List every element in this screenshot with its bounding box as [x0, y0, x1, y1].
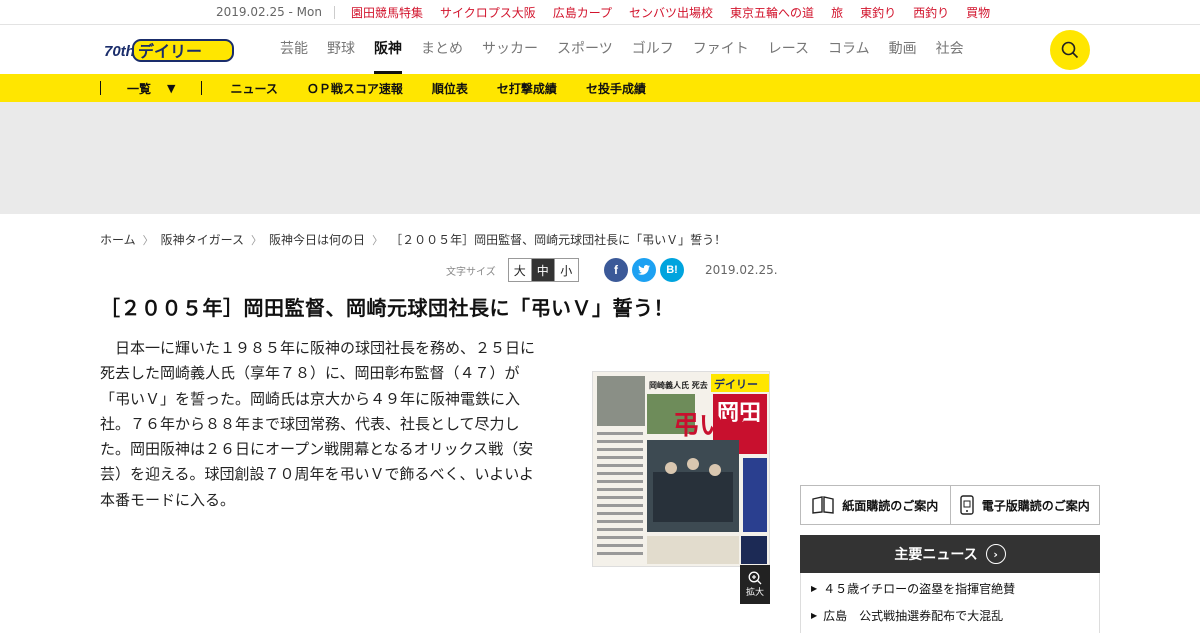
subnav-pitching-stats[interactable]: セ投手成績 — [586, 80, 646, 97]
feature-link-sonoda-keiba[interactable]: 園田競馬特集 — [351, 4, 423, 21]
chevron-right-icon: 〉 — [142, 233, 154, 247]
digital-subscription-link[interactable]: 電子版購読のご案内 — [951, 486, 1100, 524]
current-date: 2019.02.25 - Mon — [216, 5, 322, 19]
breadcrumb-current: ［２００５年］岡田監督、岡崎元球団社長に「弔いＶ」誓う！ — [390, 233, 727, 247]
subscription-box: 紙面購読のご案内 電子版購読のご案内 — [800, 485, 1100, 525]
list-dropdown-label: 一覧 — [127, 81, 152, 96]
feature-link-shopping[interactable]: 買物 — [966, 4, 990, 21]
breadcrumb-home[interactable]: ホーム — [100, 231, 136, 248]
nav-column[interactable]: コラム — [828, 25, 870, 74]
major-news-header[interactable]: 主要ニュース › — [800, 535, 1100, 573]
feature-link-travel[interactable]: 旅 — [831, 4, 843, 21]
newspaper-front-page-image[interactable]: デイリー 岡崎義人氏 死去 岡田 弔いV — [592, 371, 770, 567]
divider — [201, 81, 203, 95]
ad-banner-area — [0, 102, 1200, 214]
caret-down-icon: ▼ — [167, 81, 176, 95]
svg-text:岡崎義人氏 死去: 岡崎義人氏 死去 — [649, 380, 708, 390]
subnav-op-score[interactable]: ＯＰ戦スコア速報 — [307, 80, 403, 97]
feature-link-cyclops[interactable]: サイクロプス大阪 — [440, 4, 536, 21]
font-size-control: 文字サイズ 大 中 小 — [446, 258, 579, 282]
article-body-line: 芸）を迎える。球団創設７０周年を弔いＶで飾るべく、いよいよ — [100, 465, 534, 484]
site-logo[interactable]: 70th デイリー — [104, 37, 234, 63]
chevron-right-circle-icon: › — [985, 544, 1006, 564]
svg-text:70th: 70th — [104, 43, 135, 60]
share-buttons: f B! — [604, 258, 684, 282]
article-body-line: 死去した岡崎義人氏（享年７８）に、岡田彰布監督（４７）が — [100, 364, 520, 383]
article-body-line: た。岡田阪神は２６日にオープン戦開幕となるオリックス戦（安 — [100, 440, 534, 459]
twitter-share-icon[interactable] — [632, 258, 656, 282]
subnav-items: ニュース ＯＰ戦スコア速報 順位表 セ打撃成績 セ投手成績 — [230, 80, 674, 97]
font-size-buttons: 大 中 小 — [507, 258, 579, 282]
smartphone-icon — [960, 495, 974, 515]
article-body-line: 社。７６年から８８年まで球団常務、代表、社長として尽力し — [100, 414, 520, 433]
feature-link-east-fishing[interactable]: 東釣り — [860, 4, 896, 21]
chevron-right-icon: 〉 — [372, 233, 384, 247]
top-utility-bar: 2019.02.25 - Mon 園田競馬特集 サイクロプス大阪 広島カープ セ… — [0, 0, 1200, 25]
news-list-item[interactable]: ▶ ４５歳イチローの盗塁を指揮官絶賛 — [801, 576, 1099, 600]
major-news-title: 主要ニュース — [894, 547, 978, 563]
nav-entertainment[interactable]: 芸能 — [280, 25, 308, 74]
nav-matome[interactable]: まとめ — [421, 25, 463, 74]
feature-link-senbatsu[interactable]: センバツ出場校 — [629, 4, 713, 21]
font-size-label: 文字サイズ — [446, 266, 496, 278]
major-news-list: ▶ ４５歳イチローの盗塁を指揮官絶賛 ▶ 広島 公式戦抽選券配布で大混乱 — [800, 573, 1100, 633]
subnav-standings[interactable]: 順位表 — [432, 80, 468, 97]
nav-fight[interactable]: ファイト — [693, 25, 749, 74]
subnav-batting-stats[interactable]: セ打撃成績 — [497, 80, 557, 97]
open-book-icon — [812, 496, 834, 514]
nav-race[interactable]: レース — [768, 25, 809, 74]
breadcrumb: ホーム 〉 阪神タイガース 〉 阪神今日は何の日 〉 ［２００５年］岡田監督、岡… — [100, 231, 726, 248]
font-size-large-button[interactable]: 大 — [508, 259, 532, 281]
nav-golf[interactable]: ゴルフ — [632, 25, 674, 74]
list-dropdown[interactable]: 一覧 ▼ — [127, 80, 175, 97]
zoom-in-icon — [748, 571, 762, 585]
article-body-line: 日本一に輝いた１９８５年に阪神の球団社長を務め、２５日に — [100, 339, 536, 357]
article-title: ［２００５年］岡田監督、岡崎元球団社長に「弔いＶ」誓う！ — [100, 296, 674, 320]
subnav-news[interactable]: ニュース — [230, 80, 277, 97]
nav-baseball[interactable]: 野球 — [327, 25, 355, 74]
news-headline: ４５歳イチローの盗塁を指揮官絶賛 — [823, 581, 1016, 596]
nav-society[interactable]: 社会 — [936, 25, 964, 74]
chevron-right-icon: 〉 — [251, 233, 263, 247]
nav-hanshin[interactable]: 阪神 — [374, 25, 402, 74]
font-size-small-button[interactable]: 小 — [554, 259, 578, 281]
divider — [333, 5, 335, 19]
nav-video[interactable]: 動画 — [889, 25, 917, 74]
facebook-share-icon[interactable]: f — [604, 258, 628, 282]
paper-subscription-label: 紙面購読のご案内 — [842, 498, 939, 513]
svg-text:デイリー: デイリー — [138, 42, 202, 61]
article-body-line: 「弔いＶ」を誓った。岡崎氏は京大から４９年に阪神電鉄に入 — [100, 389, 521, 408]
breadcrumb-today-history[interactable]: 阪神今日は何の日 — [269, 231, 365, 248]
nav-soccer[interactable]: サッカー — [482, 25, 538, 74]
breadcrumb-tigers[interactable]: 阪神タイガース — [161, 231, 244, 248]
svg-text:デイリー: デイリー — [714, 377, 758, 391]
news-headline: 広島 公式戦抽選券配布で大混乱 — [823, 608, 1004, 623]
article-body: 日本一に輝いた１９８５年に阪神の球団社長を務め、２５日に 死去した岡崎義人氏（享… — [100, 336, 572, 513]
svg-text:弔いV: 弔いV — [673, 411, 745, 441]
article-date: 2019.02.25. — [705, 263, 778, 277]
digital-subscription-label: 電子版購読のご案内 — [981, 498, 1090, 513]
zoom-label: 拡大 — [745, 588, 764, 598]
hatena-bookmark-icon[interactable]: B! — [660, 258, 684, 282]
divider — [100, 81, 101, 95]
article-body-line: 本番モードに入る。 — [100, 490, 236, 509]
feature-link-carp[interactable]: 広島カープ — [553, 4, 612, 21]
search-icon — [1061, 41, 1079, 59]
triangle-bullet-icon: ▶ — [811, 583, 818, 593]
feature-links: 園田競馬特集 サイクロプス大阪 広島カープ センバツ出場校 東京五輪への道 旅 … — [351, 4, 1007, 21]
nav-sports[interactable]: スポーツ — [557, 25, 613, 74]
image-zoom-button[interactable]: 拡大 — [740, 565, 770, 604]
search-button[interactable] — [1050, 30, 1090, 70]
triangle-bullet-icon: ▶ — [811, 610, 818, 620]
hanshin-subnav: 一覧 ▼ ニュース ＯＰ戦スコア速報 順位表 セ打撃成績 セ投手成績 — [0, 74, 1200, 102]
category-nav: 芸能 野球 阪神 まとめ サッカー スポーツ ゴルフ ファイト レース コラム … — [280, 25, 983, 74]
paper-subscription-link[interactable]: 紙面購読のご案内 — [801, 486, 951, 524]
font-size-medium-button[interactable]: 中 — [531, 259, 555, 281]
main-navigation: 70th デイリー 芸能 野球 阪神 まとめ サッカー スポーツ ゴルフ ファイ… — [0, 25, 1200, 74]
news-list-item[interactable]: ▶ 広島 公式戦抽選券配布で大混乱 — [801, 603, 1099, 627]
feature-link-west-fishing[interactable]: 西釣り — [913, 4, 949, 21]
feature-link-olympics[interactable]: 東京五輪への道 — [730, 4, 814, 21]
